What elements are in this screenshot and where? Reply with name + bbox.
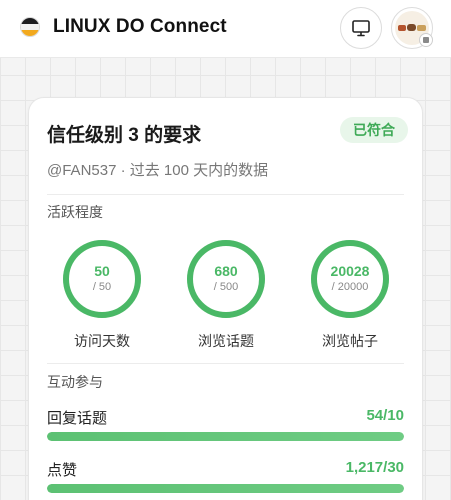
ring-requirement: / 50 bbox=[92, 281, 112, 293]
row-label-likes: 点赞 bbox=[47, 462, 78, 479]
row-value-replies: 54/10 bbox=[366, 407, 404, 424]
top-bar: LINUX DO Connect bbox=[0, 0, 451, 58]
monitor-icon bbox=[352, 20, 370, 37]
ring-requirement: / 20000 bbox=[331, 281, 369, 293]
ring-label: 访问天数 bbox=[74, 333, 130, 349]
ring-value: 680 bbox=[214, 263, 238, 279]
ring-label: 浏览话题 bbox=[198, 333, 254, 349]
progress-fill bbox=[47, 484, 404, 493]
card-title: 信任级别 3 的要求 bbox=[47, 125, 202, 146]
ring-topics-viewed: 680 / 500 bbox=[185, 238, 267, 320]
row-label-replies: 回复话题 bbox=[47, 410, 108, 427]
menu-indicator-icon bbox=[419, 33, 433, 47]
app-title[interactable]: LINUX DO Connect bbox=[53, 16, 227, 38]
divider bbox=[47, 363, 404, 364]
theme-toggle-button[interactable] bbox=[340, 7, 382, 49]
ring-label: 浏览帖子 bbox=[322, 333, 378, 349]
ring-posts-viewed: 20028 / 20000 bbox=[309, 238, 391, 320]
section-label-activity: 活跃程度 bbox=[47, 204, 103, 220]
ring-value: 20028 bbox=[330, 263, 370, 279]
app-logo-icon[interactable] bbox=[20, 17, 40, 37]
status-badge: 已符合 bbox=[340, 117, 408, 143]
divider bbox=[47, 194, 404, 195]
row-value-likes: 1,217/30 bbox=[345, 459, 404, 476]
ring-value: 50 bbox=[94, 263, 110, 279]
section-label-interaction: 互动参与 bbox=[47, 374, 103, 390]
trust-level-card: 信任级别 3 的要求 已符合 @FAN537 · 过去 100 天内的数据 活跃… bbox=[28, 97, 423, 500]
card-subtitle: @FAN537 · 过去 100 天内的数据 bbox=[47, 162, 269, 179]
ring-requirement: / 500 bbox=[213, 281, 239, 293]
ring-visit-days: 50 / 50 bbox=[61, 238, 143, 320]
progress-fill bbox=[47, 432, 404, 441]
progress-bar-replies bbox=[47, 432, 404, 441]
progress-bar-likes bbox=[47, 484, 404, 493]
